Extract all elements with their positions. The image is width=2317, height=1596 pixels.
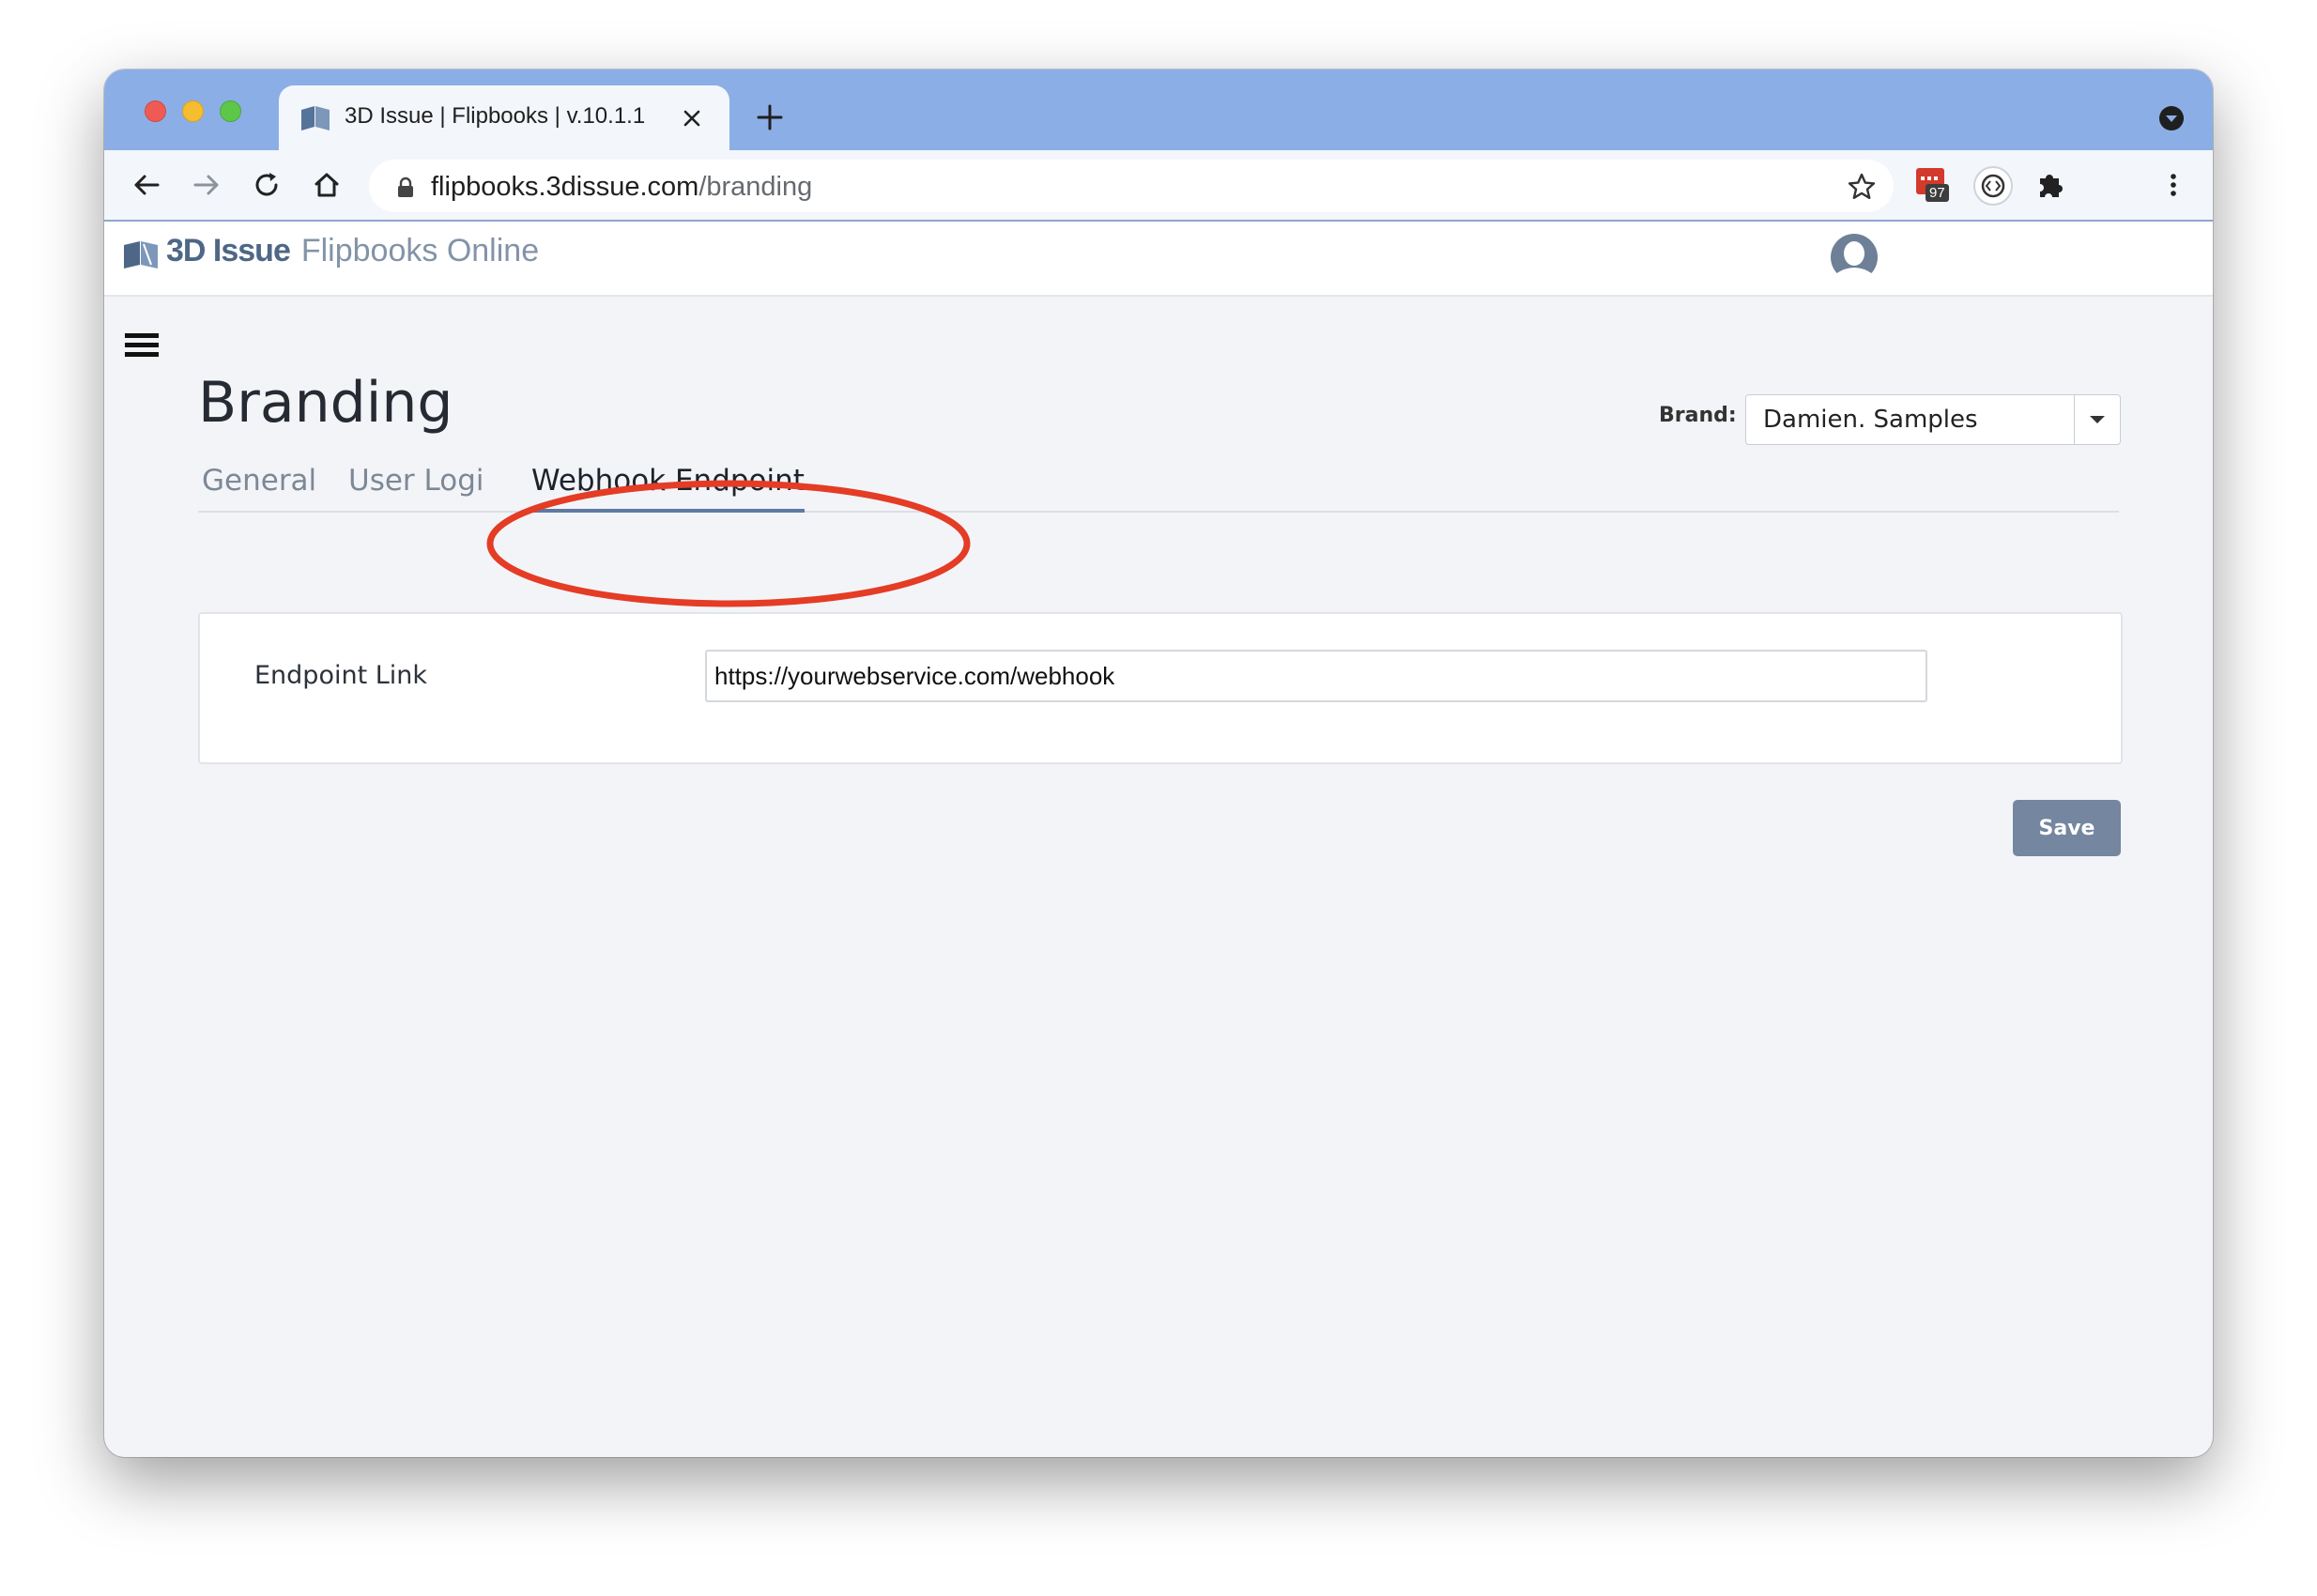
close-window-button[interactable] xyxy=(145,100,166,122)
browser-tabstrip: 3D Issue | Flipbooks | v.10.1.1 xyxy=(104,69,2213,150)
close-tab-icon[interactable] xyxy=(681,107,703,130)
extension-circle-icon[interactable] xyxy=(1972,165,2014,207)
browser-toolbar: flipbooks.3dissue.com/branding 97 xyxy=(104,150,2213,222)
extension-badge: 97 xyxy=(1926,184,1949,202)
address-bar[interactable]: flipbooks.3dissue.com/branding xyxy=(369,160,1894,212)
home-icon[interactable] xyxy=(311,169,343,201)
tab-search-icon[interactable] xyxy=(2157,104,2186,132)
tab-webhook-endpoint[interactable]: Webhook Endpoint xyxy=(531,464,805,513)
browser-tab[interactable]: 3D Issue | Flipbooks | v.10.1.1 xyxy=(279,85,729,150)
maximize-window-button[interactable] xyxy=(220,100,241,122)
tab-user-login[interactable]: User Login xyxy=(348,464,485,509)
calendar-extension-button[interactable]: 97 xyxy=(1914,165,1954,205)
bookmark-star-icon[interactable] xyxy=(1847,172,1877,202)
brand-dropdown-toggle[interactable] xyxy=(2074,395,2120,444)
brand-label: Brand: xyxy=(1659,404,1737,427)
forward-arrow-icon[interactable] xyxy=(191,169,222,201)
browser-menu-icon[interactable] xyxy=(2157,169,2189,201)
brand-selected-value: Damien. Samples xyxy=(1763,406,1978,434)
webhook-settings-panel: Endpoint Link xyxy=(198,612,2123,764)
3dissue-logo-icon xyxy=(124,241,158,269)
tab-title: 3D Issue | Flipbooks | v.10.1.1 xyxy=(345,103,646,129)
save-button[interactable]: Save xyxy=(2013,800,2121,856)
logo-light-text: Flipbooks Online xyxy=(300,233,540,269)
url-host: flipbooks.3dissue.com xyxy=(431,172,699,202)
hamburger-menu-icon[interactable] xyxy=(125,330,159,361)
endpoint-link-label: Endpoint Link xyxy=(254,661,428,690)
back-arrow-icon[interactable] xyxy=(130,169,162,201)
brand-select[interactable]: Damien. Samples xyxy=(1745,394,2121,445)
endpoint-link-input[interactable] xyxy=(705,650,1927,702)
new-tab-icon[interactable] xyxy=(756,103,784,131)
tabs-divider xyxy=(198,511,2119,513)
app-logo[interactable]: 3D Issue Flipbooks Online xyxy=(166,233,539,269)
user-avatar-icon[interactable] xyxy=(1830,233,1879,282)
url-text[interactable]: flipbooks.3dissue.com/branding xyxy=(431,172,812,203)
chevron-down-icon xyxy=(2090,416,2105,423)
logo-strong-text: 3D Issue xyxy=(166,233,291,269)
browser-window: 3D Issue | Flipbooks | v.10.1.1 flipbook… xyxy=(104,69,2213,1457)
page-title: Branding xyxy=(198,370,453,436)
reload-icon[interactable] xyxy=(251,169,283,201)
flipbook-favicon-icon xyxy=(301,106,330,130)
extensions-puzzle-icon[interactable] xyxy=(2034,169,2066,201)
lock-icon[interactable] xyxy=(397,176,414,197)
tab-general[interactable]: General xyxy=(202,464,316,509)
app-header: 3D Issue Flipbooks Online xyxy=(104,222,2213,297)
minimize-window-button[interactable] xyxy=(182,100,204,122)
url-path: /branding xyxy=(698,172,813,202)
